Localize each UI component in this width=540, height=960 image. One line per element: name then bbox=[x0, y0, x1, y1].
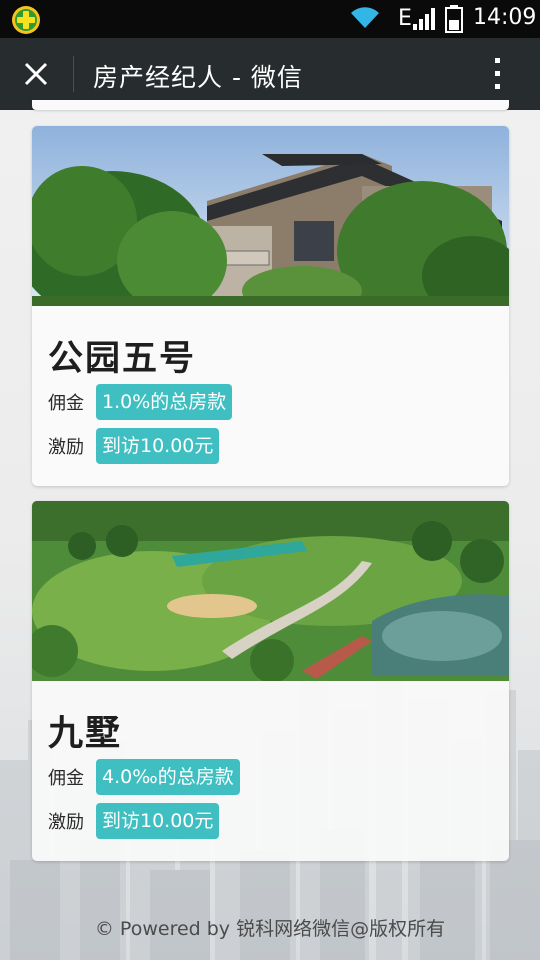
property-name: 公园五号 bbox=[48, 339, 197, 379]
footer-copyright: © Powered by 锐科网络微信@版权所有 bbox=[94, 918, 446, 940]
network-type-label: E bbox=[398, 6, 412, 31]
bonus-tag: 到访10.00元 bbox=[96, 428, 220, 464]
commission-tag: 1.0%的总房款 bbox=[96, 384, 233, 420]
close-icon[interactable] bbox=[14, 52, 58, 96]
commission-tag: 4.0‰的总房款 bbox=[96, 759, 240, 795]
bonus-label: 激励 bbox=[48, 812, 84, 833]
property-list[interactable]: 公园五号 佣金 1.0%的总房款 激励 到访10.00元 九墅 佣金 4.0‰的… bbox=[0, 100, 540, 960]
property-name: 九墅 bbox=[48, 714, 123, 754]
property-card[interactable]: 九墅 佣金 4.0‰的总房款 激励 到访10.00元 bbox=[32, 501, 509, 861]
bonus-label: 激励 bbox=[48, 437, 84, 458]
commission-label: 佣金 bbox=[48, 768, 84, 789]
status-bar: E 14:09 bbox=[0, 0, 540, 38]
more-vertical-icon[interactable] bbox=[480, 52, 516, 96]
battery-icon bbox=[445, 5, 463, 33]
bonus-tag: 到访10.00元 bbox=[96, 803, 220, 839]
title-divider bbox=[73, 56, 74, 92]
page-title: 房产经纪人 - 微信 bbox=[93, 63, 303, 92]
commission-label: 佣金 bbox=[48, 393, 84, 414]
signal-icon bbox=[413, 8, 435, 30]
wifi-icon bbox=[351, 7, 379, 29]
clock: 14:09 bbox=[473, 5, 537, 30]
app-badge-icon bbox=[12, 6, 40, 34]
previous-card-edge bbox=[32, 100, 509, 110]
property-card[interactable]: 公园五号 佣金 1.0%的总房款 激励 到访10.00元 bbox=[32, 126, 509, 486]
property-photo-villa bbox=[32, 126, 509, 306]
property-photo-park bbox=[32, 501, 509, 681]
